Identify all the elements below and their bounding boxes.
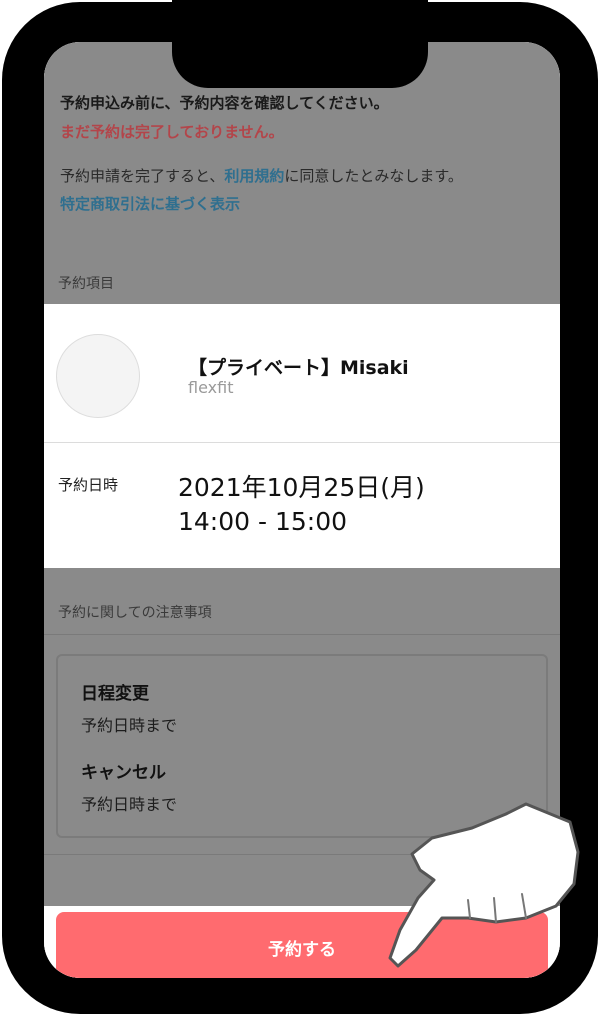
terms-prefix: 予約申請を完了すると、 bbox=[60, 167, 225, 185]
booking-time: 14:00 - 15:00 bbox=[178, 507, 348, 536]
trainer-organization: flexfit bbox=[188, 378, 234, 397]
pointing-hand-icon bbox=[388, 802, 580, 968]
not-complete-warning: まだ予約は完了しておりません。 bbox=[60, 123, 284, 141]
card-divider bbox=[44, 442, 560, 443]
note-title-cancel: キャンセル bbox=[81, 763, 166, 783]
confirm-notice: 予約申込み前に、予約内容を確認してください。 bbox=[60, 94, 389, 112]
note-title-reschedule: 日程変更 bbox=[81, 684, 149, 704]
booking-date: 2021年10月25日(月) bbox=[178, 473, 425, 502]
booking-section-label: 予約項目 bbox=[58, 276, 114, 292]
note-text-cancel: 予約日時まで bbox=[81, 795, 178, 814]
note-text-reschedule: 予約日時まで bbox=[81, 716, 178, 735]
terms-suffix: に同意したとみなします。 bbox=[284, 167, 463, 185]
notes-section-label: 予約に関しての注意事項 bbox=[58, 605, 212, 621]
notes-divider bbox=[44, 634, 560, 635]
datetime-label: 予約日時 bbox=[58, 476, 119, 494]
avatar bbox=[56, 334, 140, 418]
commercial-law-link[interactable]: 特定商取引法に基づく表示 bbox=[60, 193, 240, 214]
terms-notice: 予約申請を完了すると、利用規約に同意したとみなします。 bbox=[60, 165, 463, 186]
trainer-name: 【プライベート】Misaki bbox=[188, 357, 409, 379]
phone-mockup: 予約申込み前に、予約内容を確認してください。 まだ予約は完了しておりません。 予… bbox=[0, 0, 600, 1017]
terms-of-service-link[interactable]: 利用規約 bbox=[224, 167, 284, 185]
phone-notch bbox=[172, 0, 428, 88]
